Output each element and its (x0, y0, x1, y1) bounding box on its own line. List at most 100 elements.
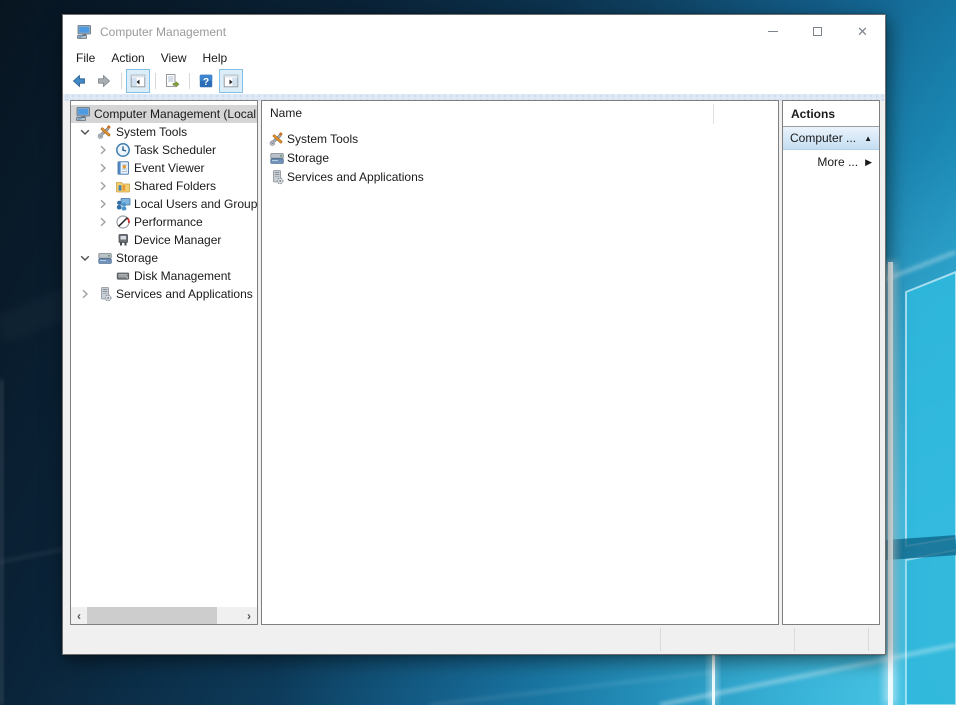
shared-folders-icon (115, 178, 131, 194)
results-list: System Tools Storage Services and Applic… (262, 129, 778, 186)
close-button[interactable]: ✕ (840, 15, 885, 48)
close-icon: ✕ (857, 24, 868, 40)
list-item-label: Storage (287, 151, 329, 165)
scroll-left-icon: ‹ (77, 609, 81, 623)
column-header-name[interactable]: Name (262, 101, 778, 125)
show-action-pane-button[interactable] (219, 69, 243, 93)
console-tree-pane: Computer Management (Local System Tools … (70, 100, 258, 625)
performance-icon (115, 214, 131, 230)
help-button[interactable]: ? (194, 69, 218, 93)
maximize-icon (813, 27, 822, 36)
column-header-label: Name (270, 106, 302, 120)
tree-item-storage[interactable]: Storage (71, 249, 257, 267)
back-button[interactable] (67, 69, 91, 93)
chevron-collapsed-icon[interactable] (95, 142, 111, 158)
tree-item-label: System Tools (116, 125, 187, 139)
forward-button[interactable] (92, 69, 116, 93)
tree-horizontal-scrollbar[interactable]: ‹ › (71, 607, 257, 624)
tree-item-label: Task Scheduler (134, 143, 216, 157)
tree-item-services-and-applications[interactable]: Services and Applications (71, 285, 257, 303)
toolbar: ? (63, 68, 885, 94)
chevron-collapsed-icon[interactable] (77, 286, 93, 302)
tree-item-label: Event Viewer (134, 161, 204, 175)
storage-icon (269, 150, 285, 166)
scroll-right-icon: › (247, 609, 251, 623)
minimize-button[interactable] (750, 15, 795, 48)
actions-title: Actions (783, 101, 879, 127)
event-viewer-icon (115, 160, 131, 176)
export-list-button[interactable] (160, 69, 184, 93)
tree-item-shared-folders[interactable]: Shared Folders (71, 177, 257, 195)
scroll-right-button[interactable]: › (241, 607, 257, 624)
forward-icon (96, 73, 112, 89)
tree-item-event-viewer[interactable]: Event Viewer (71, 159, 257, 177)
actions-more-label: More ... (817, 155, 858, 169)
computer-icon (75, 106, 91, 122)
scroll-thumb[interactable] (87, 607, 217, 624)
list-item-storage[interactable]: Storage (262, 148, 778, 167)
menu-item-action[interactable]: Action (103, 49, 152, 67)
status-separator (794, 628, 795, 651)
task-scheduler-icon (115, 142, 131, 158)
tree-item-system-tools[interactable]: System Tools (71, 123, 257, 141)
services-icon (97, 286, 113, 302)
minimize-icon (768, 31, 778, 32)
chevron-collapsed-icon[interactable] (95, 160, 111, 176)
console-tree-icon (130, 73, 146, 89)
tree-item-label: Device Manager (134, 233, 221, 247)
tree-item-label: Disk Management (134, 269, 231, 283)
collapse-icon[interactable]: ▲ (864, 134, 872, 143)
submenu-arrow-icon: ▶ (865, 157, 872, 168)
title-bar[interactable]: Computer Management ✕ (63, 15, 885, 48)
chevron-collapsed-icon[interactable] (95, 214, 111, 230)
help-icon: ? (198, 73, 214, 89)
tree-item-task-scheduler[interactable]: Task Scheduler (71, 141, 257, 159)
show-console-tree-button[interactable] (126, 69, 150, 93)
action-pane-icon (223, 73, 239, 89)
tree-item-label: Services and Applications (116, 287, 253, 301)
tree-item-performance[interactable]: Performance (71, 213, 257, 231)
list-item-system-tools[interactable]: System Tools (262, 129, 778, 148)
menu-bar: File Action View Help (63, 48, 885, 68)
system-tools-icon (269, 131, 285, 147)
chevron-expanded-icon[interactable] (77, 250, 93, 266)
maximize-button[interactable] (795, 15, 840, 48)
actions-group-computer[interactable]: Computer ... ▲ (783, 127, 879, 150)
column-separator[interactable] (713, 104, 714, 124)
tree-item-computer-management[interactable]: Computer Management (Local (71, 105, 257, 123)
storage-icon (97, 250, 113, 266)
actions-more-button[interactable]: More ... ▶ (783, 150, 879, 174)
menu-item-view[interactable]: View (153, 49, 195, 67)
actions-group-label: Computer ... (790, 131, 864, 145)
tree-item-device-manager[interactable]: Device Manager (71, 231, 257, 249)
toolbar-separator (121, 73, 122, 89)
app-computer-icon (76, 24, 92, 40)
tree-item-disk-management[interactable]: Disk Management (71, 267, 257, 285)
tree-item-label: Shared Folders (134, 179, 216, 193)
list-item-services-and-applications[interactable]: Services and Applications (262, 167, 778, 186)
toolbar-separator (189, 73, 190, 89)
scroll-left-button[interactable]: ‹ (71, 607, 87, 624)
tree-item-label: Local Users and Groups (134, 197, 257, 211)
status-separator (868, 628, 869, 651)
system-tools-icon (97, 124, 113, 140)
disk-management-icon (115, 268, 131, 284)
services-icon (269, 169, 285, 185)
results-pane: Name System Tools Storage Services and A… (261, 100, 779, 625)
export-list-icon (164, 73, 180, 89)
device-manager-icon (115, 232, 131, 248)
menu-item-file[interactable]: File (68, 49, 103, 67)
chevron-collapsed-icon[interactable] (95, 178, 111, 194)
desktop: Computer Management ✕ File Action View H… (0, 0, 956, 705)
list-item-label: Services and Applications (287, 170, 424, 184)
window-title: Computer Management (100, 25, 226, 39)
tree-item-label: Storage (116, 251, 158, 265)
status-separator (660, 628, 661, 651)
chevron-expanded-icon[interactable] (77, 124, 93, 140)
menu-item-help[interactable]: Help (195, 49, 236, 67)
chevron-collapsed-icon[interactable] (95, 196, 111, 212)
svg-text:?: ? (203, 77, 209, 88)
tree-item-local-users-and-groups[interactable]: Local Users and Groups (71, 195, 257, 213)
window: Computer Management ✕ File Action View H… (62, 14, 886, 655)
status-bar (66, 628, 882, 651)
